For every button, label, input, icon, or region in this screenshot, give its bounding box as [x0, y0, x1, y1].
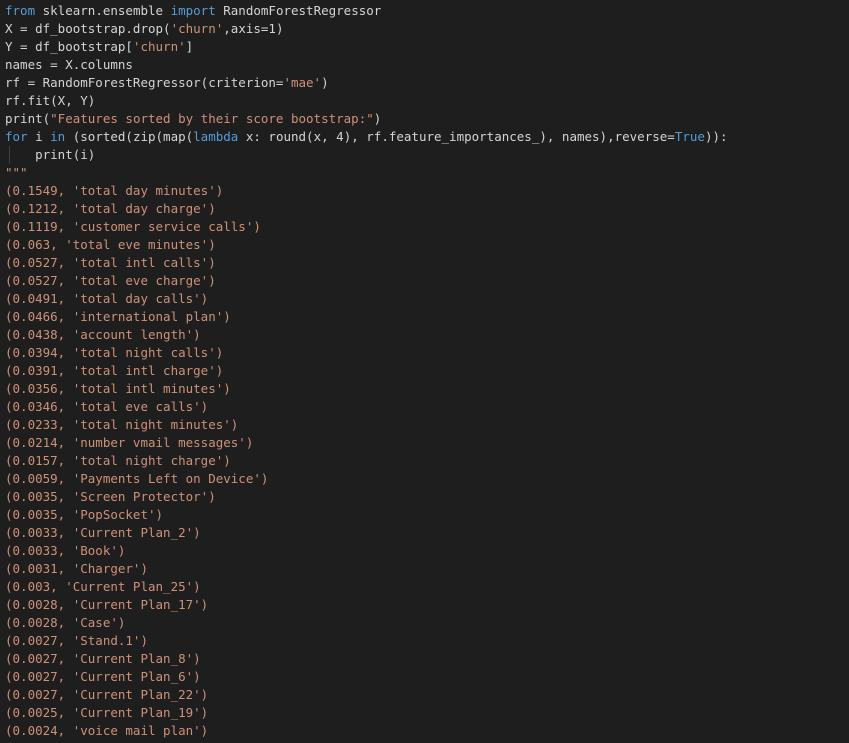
output-line: (0.0059, 'Payments Left on Device'): [5, 471, 269, 486]
output-line: (0.0527, 'total eve charge'): [5, 273, 216, 288]
output-line: (0.1549, 'total day minutes'): [5, 183, 224, 198]
code-line-4: names = X.columns: [5, 57, 133, 72]
output-line: (0.0024, 'voice mail plan'): [5, 723, 209, 738]
code-line-10: """: [0, 164, 849, 182]
code-line-2: X = df_bootstrap.drop('churn',axis=1): [5, 21, 284, 36]
number-literal: 4: [336, 129, 344, 144]
docstring-delimiter: """: [5, 165, 28, 180]
code-line-3: Y = df_bootstrap['churn']: [5, 39, 194, 54]
output-line: (0.0027, 'Current Plan_22'): [5, 687, 209, 702]
class-name: RandomForestRegressor: [215, 3, 382, 18]
output-line: (0.0214, 'number vmail messages'): [5, 435, 254, 450]
indent-guide: [9, 146, 10, 164]
output-line: (0.0356, 'total intl minutes'): [5, 381, 231, 396]
output-line: (0.003, 'Current Plan_25'): [5, 579, 201, 594]
keyword-from: from: [5, 3, 36, 18]
output-line: (0.0394, 'total night calls'): [5, 345, 224, 360]
code-line-7: print("Features sorted by their score bo…: [5, 111, 382, 126]
output-line: (0.0527, 'total intl calls'): [5, 255, 216, 270]
string-literal: 'churn': [170, 21, 224, 36]
keyword-in: in: [50, 129, 66, 144]
output-line: (0.0027, 'Stand.1'): [5, 633, 148, 648]
code-line-5: rf = RandomForestRegressor(criterion='ma…: [5, 75, 329, 90]
output-line: (0.0391, 'total intl charge'): [5, 363, 224, 378]
output-line: (0.1119, 'customer service calls'): [5, 219, 261, 234]
output-line: (0.0233, 'total night minutes'): [5, 417, 239, 432]
output-line: (0.0028, 'Case'): [5, 615, 126, 630]
keyword-import: import: [170, 3, 216, 18]
module-name: sklearn.ensemble: [35, 3, 171, 18]
code-line-9: print(i): [5, 146, 96, 164]
code-line-6: rf.fit(X, Y): [5, 93, 96, 108]
output-line: (0.0035, 'PopSocket'): [5, 507, 164, 522]
output-line: (0.0031, 'Charger'): [5, 561, 148, 576]
output-line: (0.0466, 'international plan'): [5, 309, 231, 324]
output-line: (0.0346, 'total eve calls'): [5, 399, 209, 414]
output-line: (0.0033, 'Book'): [5, 543, 126, 558]
output-line: (0.0491, 'total day calls'): [5, 291, 209, 306]
output-line: (0.0035, 'Screen Protector'): [5, 489, 216, 504]
output-line: (0.0025, 'Current Plan_19'): [5, 705, 209, 720]
output-line: (0.0028, 'Current Plan_17'): [5, 597, 209, 612]
output-line: (0.0027, 'Current Plan_8'): [5, 651, 201, 666]
string-literal: "Features sorted by their score bootstra…: [50, 111, 374, 126]
code-line-8: for i in (sorted(zip(map(lambda x: round…: [5, 129, 728, 144]
output-line: (0.1212, 'total day charge'): [5, 201, 216, 216]
string-literal: 'churn': [132, 39, 186, 54]
number-literal: 1: [268, 21, 276, 36]
output-line: (0.0027, 'Current Plan_6'): [5, 669, 201, 684]
output-line: (0.0033, 'Current Plan_2'): [5, 525, 201, 540]
code-editor[interactable]: from sklearn.ensemble import RandomFores…: [0, 0, 849, 743]
keyword-true: True: [674, 129, 705, 144]
keyword-lambda: lambda: [193, 129, 239, 144]
output-line: (0.0438, 'account length'): [5, 327, 201, 342]
string-literal: 'mae': [283, 75, 322, 90]
code-line-1: from sklearn.ensemble import RandomFores…: [0, 2, 849, 20]
keyword-for: for: [5, 129, 28, 144]
output-line: (0.0157, 'total night charge'): [5, 453, 231, 468]
output-line: (0.063, 'total eve minutes'): [5, 237, 216, 252]
